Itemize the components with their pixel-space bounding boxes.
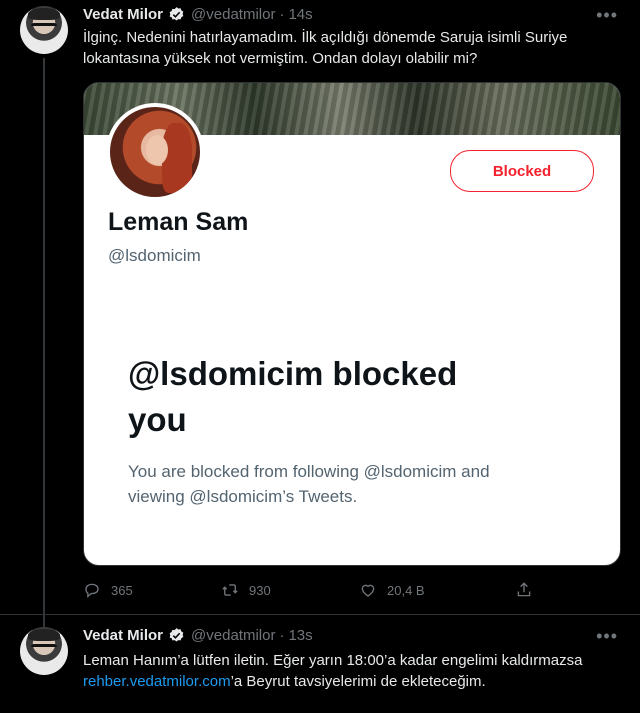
retweet-icon [222, 584, 238, 596]
separator-dot: · [279, 5, 285, 23]
tweet-text-line: lokantasına yüksek not vermiştim. Ondan … [83, 50, 478, 67]
retweet-button[interactable]: 930 [221, 580, 271, 600]
rehber-link[interactable]: rehber.vedatmilor.com [83, 673, 231, 690]
blocked-heading: @lsdomicim blocked you [128, 351, 568, 443]
tweet-1[interactable]: Vedat Milor @vedatmilor · 14s ••• İlginç… [0, 0, 640, 614]
separator-dot: · [279, 626, 285, 644]
reply-count: 365 [111, 582, 133, 598]
share-icon [517, 582, 531, 597]
blocked-heading-line: you [128, 401, 187, 438]
tweet-text: Leman Hanım’a lütfen iletin. Eğer yarın … [83, 650, 623, 692]
like-button[interactable]: 20,4 B [359, 580, 425, 600]
blocked-description-line: viewing @lsdomicim’s Tweets. [128, 487, 358, 506]
blocked-button[interactable]: Blocked [450, 150, 594, 192]
author-avatar[interactable] [20, 6, 68, 54]
author-name[interactable]: Vedat Milor [83, 6, 163, 23]
avatar-hair [162, 123, 192, 193]
tweet-actions: 365 930 20,4 B [83, 580, 531, 600]
tweet-time[interactable]: 13s [288, 627, 312, 644]
avatar-face [146, 135, 168, 165]
verified-badge-icon [169, 6, 184, 21]
tweet-header: Vedat Milor @vedatmilor · 13s [83, 625, 313, 645]
screenshot-card[interactable]: Blocked Leman Sam @lsdomicim @lsdomicim … [83, 82, 621, 566]
more-icon[interactable]: ••• [596, 6, 618, 24]
heart-icon [361, 584, 375, 597]
verified-badge-icon [169, 627, 184, 642]
blocked-description: You are blocked from following @lsdomici… [128, 459, 588, 509]
reply-button[interactable]: 365 [83, 580, 133, 600]
tweet-text-line: rehber.vedatmilor.com’a Beyrut tavsiyele… [83, 671, 623, 692]
tweet-2[interactable]: Vedat Milor @vedatmilor · 13s ••• Leman … [0, 614, 640, 713]
tweet-text-line: Leman Hanım’a lütfen iletin. Eğer yarın … [83, 652, 583, 669]
avatar-glasses [31, 23, 57, 32]
tweet-text-line: İlginç. Nedenini hatırlayamadım. İlk açı… [83, 29, 568, 46]
tweet-header: Vedat Milor @vedatmilor · 14s [83, 4, 313, 24]
author-name[interactable]: Vedat Milor [83, 627, 163, 644]
avatar-hair [28, 629, 60, 641]
share-button[interactable] [515, 580, 543, 600]
avatar-glasses [31, 644, 57, 653]
retweet-count: 930 [249, 582, 271, 598]
blocked-description-line: You are blocked from following @lsdomici… [128, 462, 490, 481]
reply-icon [85, 583, 99, 598]
tweet-text-rest: ’a Beyrut tavsiyelerimi de ekleteceğim. [230, 673, 486, 690]
profile-handle: @lsdomicim [108, 246, 201, 265]
profile-name: Leman Sam [108, 208, 249, 236]
tweet-time[interactable]: 14s [288, 6, 312, 23]
author-handle[interactable]: @vedatmilor [191, 627, 275, 644]
like-count: 20,4 B [387, 582, 425, 598]
avatar-hair [28, 8, 60, 20]
author-avatar[interactable] [20, 627, 68, 675]
more-icon[interactable]: ••• [596, 627, 618, 645]
tweet-text: İlginç. Nedenini hatırlayamadım. İlk açı… [83, 27, 623, 69]
blocked-heading-line: @lsdomicim blocked [128, 355, 458, 392]
author-handle[interactable]: @vedatmilor [191, 6, 275, 23]
profile-avatar [106, 103, 204, 201]
